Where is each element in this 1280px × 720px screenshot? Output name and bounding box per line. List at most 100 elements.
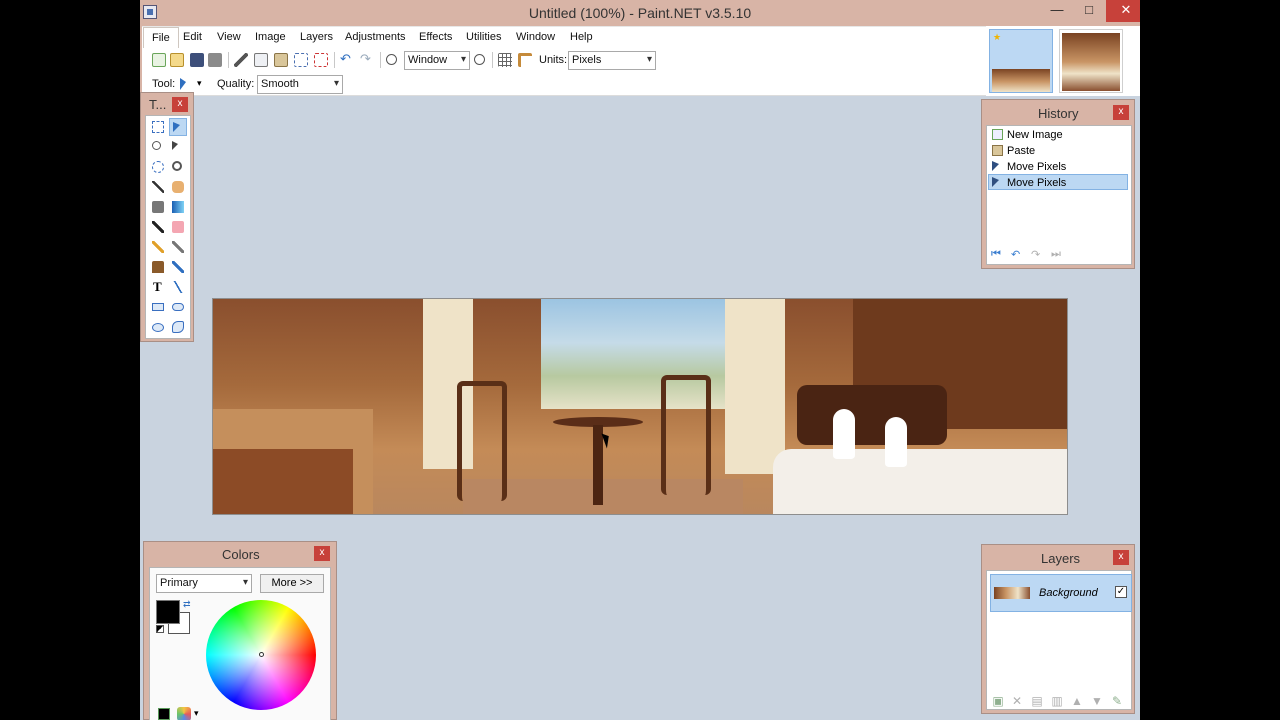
text-tool[interactable]: T bbox=[149, 278, 167, 296]
redo-step-icon[interactable]: ↷ bbox=[1031, 248, 1045, 261]
image-thumbnail-untitled[interactable]: ★ bbox=[989, 29, 1053, 93]
menu-adjustments[interactable]: Adjustments bbox=[345, 31, 406, 43]
quality-select[interactable]: Smooth bbox=[257, 75, 343, 94]
rewind-icon[interactable]: ⏮ bbox=[991, 248, 1005, 260]
zoom-select[interactable]: Window bbox=[404, 51, 470, 70]
ellipse-select-icon bbox=[152, 161, 164, 173]
recolor-tool[interactable] bbox=[169, 258, 187, 276]
gradient-tool[interactable] bbox=[169, 198, 187, 216]
move-selected-tool[interactable] bbox=[169, 118, 187, 136]
ellipse-tool[interactable] bbox=[149, 318, 167, 336]
fast-forward-icon[interactable]: ⏭ bbox=[1051, 248, 1065, 260]
crop-icon[interactable] bbox=[294, 53, 308, 67]
menu-edit[interactable]: Edit bbox=[183, 31, 202, 43]
line-curve-tool[interactable] bbox=[169, 278, 187, 296]
colors-panel-close[interactable]: x bbox=[314, 546, 330, 561]
history-item[interactable]: New Image bbox=[989, 127, 1129, 143]
hand-icon bbox=[172, 181, 184, 193]
zoom-tool[interactable] bbox=[169, 158, 187, 176]
undo-step-icon[interactable]: ↶ bbox=[1011, 248, 1025, 261]
primary-color-swatch[interactable] bbox=[156, 600, 180, 624]
history-item[interactable]: Paste bbox=[989, 143, 1129, 159]
color-wheel-cursor[interactable] bbox=[259, 652, 264, 657]
lasso-tool[interactable] bbox=[149, 138, 167, 156]
move-tool-icon[interactable] bbox=[180, 78, 186, 90]
layers-panel-close[interactable]: x bbox=[1113, 550, 1129, 565]
tools-panel: T... x T bbox=[140, 92, 194, 342]
eraser-tool[interactable] bbox=[169, 218, 187, 236]
units-select[interactable]: Pixels bbox=[568, 51, 656, 70]
menu-help[interactable]: Help bbox=[570, 31, 593, 43]
more-colors-button[interactable]: More >> bbox=[260, 574, 324, 593]
rounded-rectangle-tool[interactable] bbox=[169, 298, 187, 316]
close-button[interactable]: ✕ bbox=[1106, 0, 1140, 22]
ellipse-icon bbox=[152, 323, 164, 332]
color-mode-select[interactable]: Primary bbox=[156, 574, 252, 593]
magic-wand-tool[interactable] bbox=[149, 178, 167, 196]
deselect-icon[interactable] bbox=[314, 53, 328, 67]
menu-layers[interactable]: Layers bbox=[300, 31, 333, 43]
reset-colors-icon[interactable] bbox=[156, 625, 164, 633]
zoom-in-icon[interactable] bbox=[474, 54, 485, 65]
ellipse-select-tool[interactable] bbox=[149, 158, 167, 176]
history-item-selected[interactable]: Move Pixels bbox=[988, 174, 1128, 190]
layer-visibility-checkbox[interactable]: ✓ bbox=[1115, 586, 1127, 598]
palette-dropdown-icon[interactable]: ▾ bbox=[194, 708, 199, 719]
color-picker-tool[interactable] bbox=[169, 238, 187, 256]
save-icon[interactable] bbox=[190, 53, 204, 67]
hotel-room-image[interactable] bbox=[212, 298, 1068, 515]
move-selection-tool[interactable] bbox=[169, 138, 187, 156]
grid-icon[interactable] bbox=[498, 53, 512, 67]
paintbrush-tool[interactable] bbox=[149, 218, 167, 236]
paint-bucket-tool[interactable] bbox=[149, 198, 167, 216]
pencil-tool[interactable] bbox=[149, 238, 167, 256]
print-icon[interactable] bbox=[208, 53, 222, 67]
history-item-label: Paste bbox=[1007, 145, 1036, 157]
history-panel-close[interactable]: x bbox=[1113, 105, 1129, 120]
open-icon[interactable] bbox=[170, 53, 184, 67]
ruler-icon[interactable] bbox=[518, 53, 532, 67]
duplicate-layer-icon[interactable]: ▤ bbox=[1030, 694, 1044, 708]
clone-stamp-tool[interactable] bbox=[149, 258, 167, 276]
freeform-shape-tool[interactable] bbox=[169, 318, 187, 336]
window-title: Untitled (100%) - Paint.NET v3.5.10 bbox=[528, 5, 752, 21]
rectangle-select-tool[interactable] bbox=[149, 118, 167, 136]
move-layer-up-icon[interactable]: ▲ bbox=[1070, 694, 1084, 708]
colors-body: Primary More >> ⇄ ▾ bbox=[149, 567, 331, 720]
new-icon[interactable] bbox=[152, 53, 166, 67]
menu-view[interactable]: View bbox=[217, 31, 241, 43]
magic-wand-icon bbox=[152, 181, 164, 193]
history-item[interactable]: Move Pixels bbox=[989, 159, 1129, 175]
copy-icon[interactable] bbox=[254, 53, 268, 67]
zoom-out-icon[interactable] bbox=[386, 54, 397, 65]
move-layer-down-icon[interactable]: ▼ bbox=[1090, 694, 1104, 708]
menu-window[interactable]: Window bbox=[516, 31, 555, 43]
rounded-rectangle-icon bbox=[172, 303, 184, 311]
merge-layer-icon[interactable]: ▥ bbox=[1050, 694, 1064, 708]
tools-panel-close[interactable]: x bbox=[172, 97, 188, 112]
redo-icon[interactable]: ↷ bbox=[360, 51, 374, 66]
add-layer-icon[interactable]: ▣ bbox=[991, 694, 1005, 708]
new-image-icon bbox=[992, 129, 1003, 140]
rectangle-tool[interactable] bbox=[149, 298, 167, 316]
tool-dropdown-icon[interactable]: ▾ bbox=[197, 78, 211, 92]
pan-tool[interactable] bbox=[169, 178, 187, 196]
image-thumbnail-room[interactable]: ★ bbox=[1059, 29, 1123, 93]
cut-icon[interactable] bbox=[234, 53, 248, 67]
menu-file[interactable]: File bbox=[143, 27, 179, 50]
photo-curtain bbox=[725, 299, 785, 474]
maximize-button[interactable]: □ bbox=[1074, 0, 1104, 22]
layer-name: Background bbox=[1039, 587, 1098, 599]
delete-layer-icon[interactable]: ✕ bbox=[1010, 694, 1024, 708]
palette-menu-icon[interactable] bbox=[177, 707, 191, 720]
swap-colors-icon[interactable]: ⇄ bbox=[183, 599, 191, 610]
menu-image[interactable]: Image bbox=[255, 31, 286, 43]
menu-effects[interactable]: Effects bbox=[419, 31, 452, 43]
paste-icon[interactable] bbox=[274, 53, 288, 67]
minimize-button[interactable]: — bbox=[1042, 0, 1072, 22]
menu-utilities[interactable]: Utilities bbox=[466, 31, 501, 43]
undo-icon[interactable]: ↶ bbox=[340, 51, 354, 66]
layer-row[interactable]: Background ✓ bbox=[990, 574, 1132, 612]
palette-color-icon[interactable] bbox=[158, 708, 170, 720]
layer-properties-icon[interactable]: ✎ bbox=[1110, 694, 1124, 708]
